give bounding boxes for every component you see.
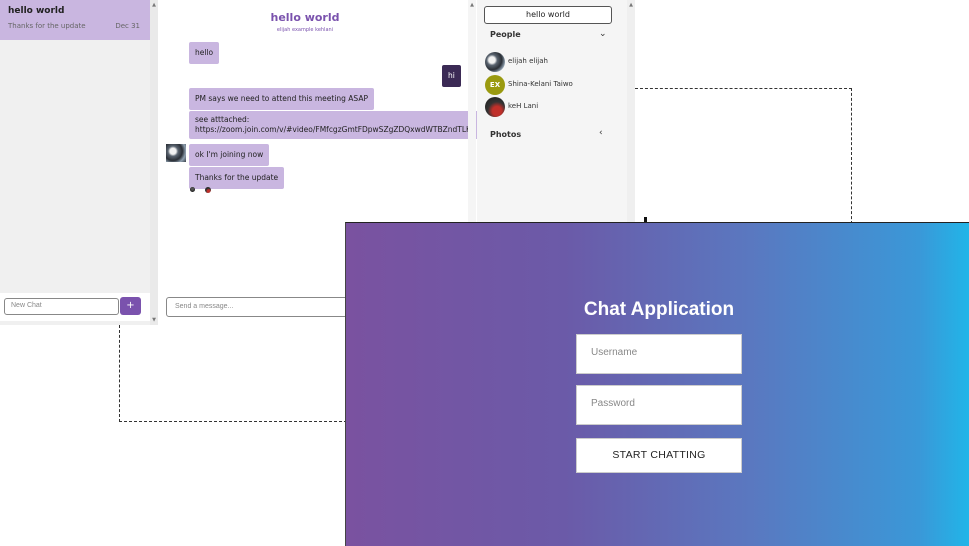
login-window: Chat Application Username Password START…	[345, 222, 969, 546]
start-chatting-button[interactable]: START CHATTING	[576, 438, 742, 473]
chevron-left-icon[interactable]: ‹	[599, 128, 603, 138]
password-field[interactable]: Password	[576, 385, 742, 425]
person-name: keH Lani	[508, 102, 539, 110]
message-bubble: hello	[189, 42, 220, 64]
new-chat-button[interactable]: +	[120, 297, 141, 315]
read-receipt-avatar	[205, 187, 211, 193]
person-name: Shina-Kelani Taiwo	[508, 80, 573, 88]
scroll-down-arrow-icon[interactable]: ▼	[150, 317, 158, 323]
message-bubble: ok I'm joining now	[189, 144, 270, 166]
person-name: elijah elijah	[508, 57, 548, 65]
avatar: EX	[485, 75, 505, 95]
avatar	[485, 52, 505, 72]
chat-list-panel: hello world Thanks for the update Dec 31…	[0, 0, 158, 325]
chat-subtitle: elijah example kehlani	[276, 27, 334, 33]
chat-item-title: hello world	[8, 6, 65, 16]
message-link[interactable]: https://zoom.join.com/v/#video/FMfcgzGmt…	[195, 125, 473, 135]
my-message-bubble: hi	[442, 65, 461, 87]
chat-item-date: Dec 31	[115, 22, 140, 30]
chat-list-scrollbar[interactable]: ▲ ▼	[150, 0, 158, 325]
new-chat-form: New Chat +	[0, 293, 150, 321]
sender-avatar	[166, 144, 186, 162]
chat-title: hello world	[270, 11, 340, 24]
login-title: Chat Application	[583, 299, 735, 320]
selection-box-top	[635, 88, 852, 224]
scroll-up-arrow-icon[interactable]: ▲	[627, 2, 635, 8]
chat-title-input[interactable]: hello world	[484, 6, 612, 24]
username-field[interactable]: Username	[576, 334, 742, 374]
scroll-up-arrow-icon[interactable]: ▲	[468, 2, 476, 8]
chat-list-item[interactable]: hello world Thanks for the update Dec 31	[0, 0, 150, 40]
message-bubble-with-link: see atttached: https://zoom.join.com/v/#…	[189, 111, 480, 139]
read-receipt-avatar	[190, 187, 195, 192]
message-bubble: PM says we need to attend this meeting A…	[189, 88, 374, 110]
message-text: see atttached:	[195, 115, 250, 124]
photos-section-label[interactable]: Photos	[490, 130, 521, 139]
selection-box-bottom	[119, 325, 347, 422]
chat-item-last-message: Thanks for the update	[8, 22, 86, 30]
message-bubble: Thanks for the update	[189, 167, 285, 189]
avatar	[485, 97, 505, 117]
new-chat-input[interactable]: New Chat	[4, 298, 119, 315]
chevron-down-icon[interactable]: ⌄	[599, 29, 607, 39]
people-section-label[interactable]: People	[490, 30, 521, 39]
message-input[interactable]: Send a message...	[166, 297, 366, 317]
scroll-up-arrow-icon[interactable]: ▲	[150, 2, 158, 8]
